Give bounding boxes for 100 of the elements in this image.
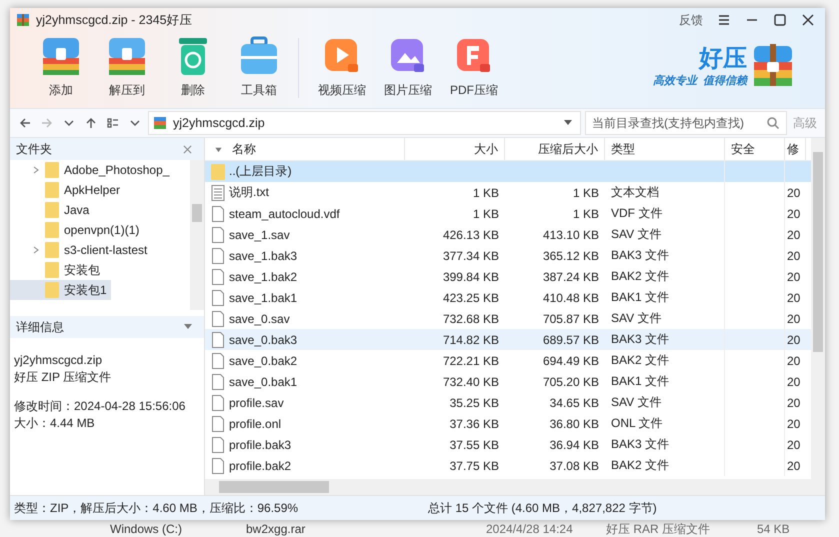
file-row[interactable]: save_1.bak3 377.34 KB 365.12 KB BAK3 文件 20 (205, 245, 811, 266)
modified-date: 20 (787, 458, 800, 472)
packed-size: 34.65 KB (550, 396, 599, 410)
scrollbar[interactable] (205, 479, 825, 495)
detail-text: 大小：4.44 MB (14, 415, 96, 432)
column-header[interactable]: 修 (785, 138, 806, 160)
toolbar-button[interactable]: 添加 (28, 34, 94, 99)
file-icon (211, 458, 225, 474)
toolbar-button[interactable]: 解压到 (94, 34, 160, 99)
modified-date: 20 (787, 438, 800, 452)
file-size: 732.68 KB (442, 312, 499, 326)
column-header[interactable]: 安全 (725, 138, 785, 160)
file-name: profile.bak3 (229, 438, 292, 452)
packed-size: 689.57 KB (542, 332, 599, 346)
file-row[interactable]: profile.bak2 37.75 KB 37.08 KB BAK2 文件 20 (205, 455, 811, 476)
file-row[interactable]: save_1.bak1 423.25 KB 410.48 KB BAK1 文件 20 (205, 287, 811, 308)
modified-date: 20 (787, 416, 800, 430)
packed-size: 705.20 KB (542, 374, 599, 388)
column-header[interactable]: 大小 (405, 138, 505, 160)
file-name: save_1.bak1 (229, 290, 298, 304)
file-icon (211, 290, 225, 306)
file-row[interactable]: 说明.txt 1 KB 1 KB 文本文档 20 (205, 182, 811, 203)
modified-date: 20 (787, 270, 800, 284)
folder-icon (45, 182, 59, 198)
back-icon[interactable] (18, 116, 32, 130)
file-row[interactable]: steam_autocloud.vdf 1 KB 1 KB VDF 文件 20 (205, 203, 811, 224)
folder-tree-item[interactable]: s3-client-lastest (10, 240, 152, 260)
maximize-icon[interactable] (773, 13, 787, 27)
expand-chevron-icon[interactable] (32, 246, 40, 254)
file-name: save_0.bak2 (229, 354, 298, 368)
view-list-icon[interactable] (106, 116, 120, 130)
file-row[interactable]: save_1.sav 426.13 KB 413.10 KB SAV 文件 20 (205, 224, 811, 245)
file-icon (211, 268, 225, 284)
file-size: 37.36 KB (450, 416, 499, 430)
folder-tree-item[interactable]: Adobe_Photoshop_ (10, 160, 174, 180)
file-type: 好压 RAR 压缩文件 (606, 522, 710, 536)
file-row[interactable]: save_0.bak3 714.82 KB 689.57 KB BAK3 文件 20 (205, 329, 811, 350)
packed-size: 705.87 KB (542, 312, 599, 326)
packed-size: 387.24 KB (542, 270, 599, 284)
logo-name: 好压 (699, 44, 747, 72)
modified-date: 20 (787, 248, 800, 262)
search-icon[interactable] (766, 116, 780, 130)
column-header[interactable]: 类型 (605, 138, 725, 160)
column-header[interactable]: 压缩后大小 (505, 138, 605, 160)
folder-tree-item[interactable]: openvpn(1)(1) (10, 220, 144, 240)
file-size: 732.40 KB (442, 374, 499, 388)
packed-size: 1 KB (572, 206, 599, 220)
file-row[interactable]: profile.onl 37.36 KB 36.80 KB ONL 文件 20 (205, 413, 811, 434)
packed-size: 36.80 KB (550, 416, 599, 430)
feedback-button[interactable]: 反馈 (675, 12, 707, 28)
file-row[interactable]: profile.bak3 37.55 KB 36.94 KB BAK3 文件 20 (205, 434, 811, 455)
file-name: save_1.bak2 (229, 270, 298, 284)
folder-tree-item[interactable]: 安装包 (10, 260, 104, 280)
file-type: ONL 文件 (611, 415, 663, 432)
dropdown-caret-icon[interactable] (184, 324, 192, 330)
drive-label[interactable]: Windows (C:) (110, 522, 182, 536)
file-size: 714.82 KB (442, 332, 499, 346)
archive-icon (153, 116, 167, 130)
scrollbar[interactable] (190, 160, 204, 310)
file-row[interactable]: save_1.bak2 399.84 KB 387.24 KB BAK2 文件 20 (205, 266, 811, 287)
toolbar-button[interactable]: PDF压缩 (441, 34, 507, 99)
file-row[interactable]: save_0.bak2 722.21 KB 694.49 KB BAK2 文件 20 (205, 350, 811, 371)
panel-title: 文件夹 (16, 140, 52, 158)
packed-size: 694.49 KB (542, 354, 599, 368)
logo-slogan: 高效专业 (653, 74, 697, 88)
file-type: BAK2 文件 (611, 268, 670, 285)
expand-chevron-icon[interactable] (32, 166, 40, 174)
file-row[interactable]: ..(上层目录) (205, 161, 811, 182)
packed-size: 413.10 KB (542, 228, 599, 242)
modified-date: 20 (787, 290, 800, 304)
toolbar-button[interactable]: 删除 (160, 34, 226, 99)
file-row[interactable]: profile.sav 35.25 KB 34.65 KB SAV 文件 20 (205, 392, 811, 413)
modified-date: 20 (787, 396, 800, 410)
file-size: 1 KB (472, 186, 499, 200)
packed-size: 37.08 KB (550, 458, 599, 472)
folder-tree-item[interactable]: ApkHelper (10, 180, 124, 200)
window-title: yj2yhmscgcd.zip - 2345好压 (36, 12, 193, 28)
scrollbar[interactable] (811, 138, 825, 479)
logo-slogan: 值得信赖 (703, 74, 747, 88)
toolbar-button[interactable]: 视频压缩 (309, 34, 375, 99)
menu-icon[interactable] (717, 13, 731, 27)
search-field[interactable]: 当前目录查找(支持包内查找) (585, 111, 787, 135)
dropdown-caret-icon[interactable] (564, 120, 572, 126)
toolbar-button[interactable]: 工具箱 (226, 34, 292, 99)
folder-tree-item[interactable]: 安装包1 (10, 280, 111, 300)
file-type: SAV 文件 (611, 310, 662, 327)
toolbar-button[interactable]: 图片压缩 (375, 34, 441, 99)
column-header[interactable]: 名称 (205, 138, 405, 160)
file-size: 423.25 KB (442, 290, 499, 304)
file-name[interactable]: bw2xgg.rar (246, 522, 306, 536)
status-text: 总计 15 个文件 (4.60 MB，4,827,822 字节) (428, 500, 657, 516)
modified-date: 20 (787, 312, 800, 326)
path-field[interactable]: yj2yhmscgcd.zip (148, 111, 581, 135)
packed-size: 1 KB (572, 186, 599, 200)
folder-tree-item[interactable]: Java (10, 200, 94, 220)
file-row[interactable]: save_0.bak1 732.40 KB 705.20 KB BAK1 文件 20 (205, 371, 811, 392)
modified-date: 20 (787, 206, 800, 220)
close-icon[interactable] (801, 13, 815, 27)
file-size: 377.34 KB (442, 248, 499, 262)
up-arrow-icon[interactable] (84, 116, 98, 130)
